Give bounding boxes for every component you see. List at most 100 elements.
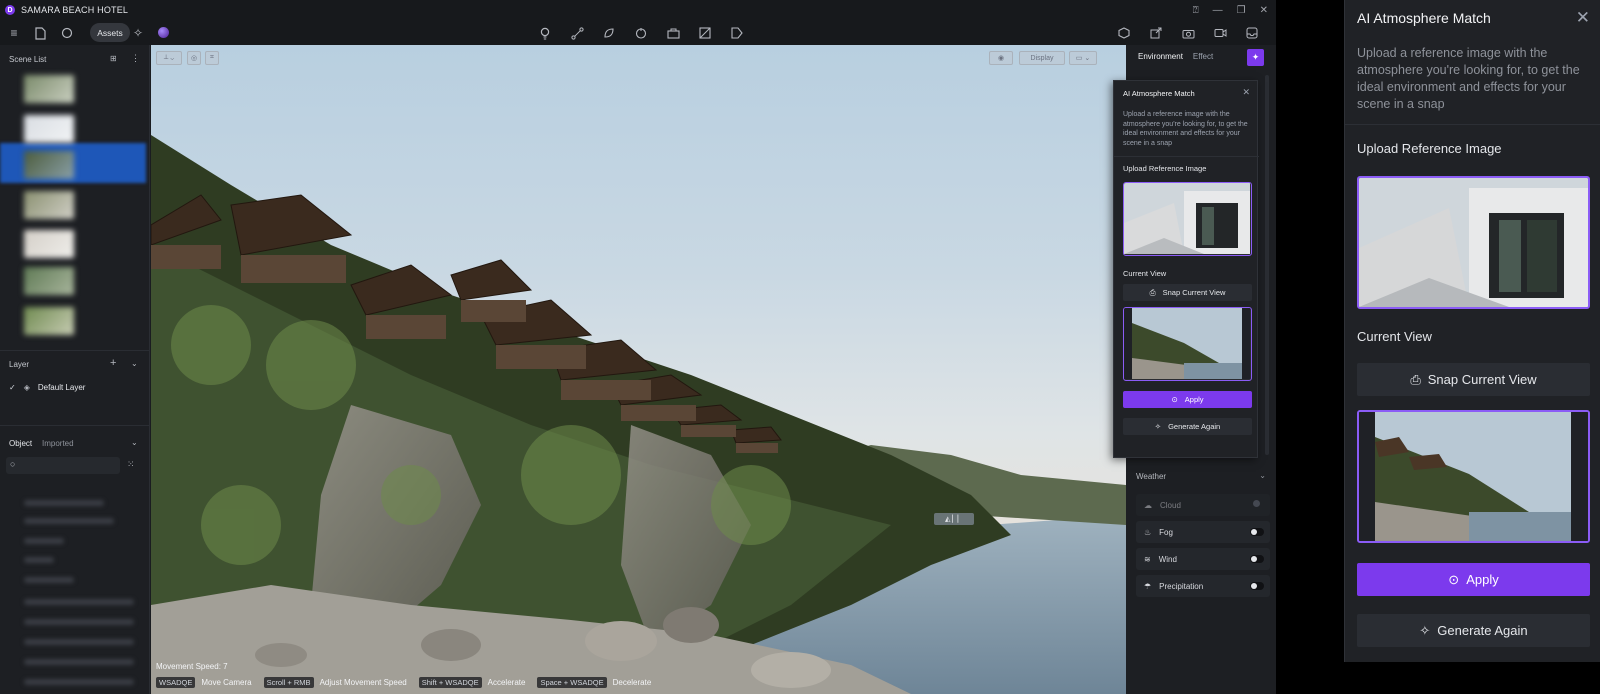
add-layer-icon[interactable]: + <box>110 357 116 369</box>
filter-icon[interactable]: ⌄ <box>131 359 138 368</box>
popup-description: Upload a reference image with the atmosp… <box>1123 111 1248 147</box>
close-window-button[interactable]: ✕ <box>1260 5 1268 16</box>
menu-icon[interactable]: ≡ <box>4 23 24 43</box>
scene-thumbnail[interactable] <box>24 115 74 143</box>
weather-wind-row[interactable]: ≋ Wind <box>1136 548 1270 570</box>
transform-tool-button[interactable]: ⟂ ⌄ <box>156 51 182 65</box>
snap-icon[interactable]: ⌗ <box>205 51 219 65</box>
current-view-image <box>1357 410 1590 543</box>
snap-current-view-button[interactable]: ⎙ Snap Current View <box>1123 284 1252 301</box>
divider <box>0 350 149 351</box>
package-icon[interactable] <box>1114 23 1134 43</box>
leaf-icon[interactable] <box>599 23 619 43</box>
apply-button[interactable]: ⊙ Apply <box>1123 391 1252 408</box>
reference-image-upload[interactable] <box>1123 182 1252 256</box>
light-icon[interactable] <box>535 23 555 43</box>
tab-effect[interactable]: Effect <box>1193 52 1213 61</box>
search-input[interactable]: ○ <box>6 457 120 474</box>
search-icon: ○ <box>10 459 16 469</box>
gizmo-widget[interactable]: ◭ ▏▏ <box>934 513 974 525</box>
focus-icon[interactable]: ◉ <box>989 51 1013 65</box>
tab-environment[interactable]: Environment <box>1138 52 1183 61</box>
scene-thumbnail[interactable] <box>24 230 74 258</box>
weather-label: Fog <box>1159 527 1173 537</box>
object-row[interactable] <box>24 518 114 524</box>
apply-button[interactable]: ⊙ Apply <box>1357 563 1590 596</box>
video-icon[interactable] <box>1210 23 1230 43</box>
tab-object[interactable]: Object <box>9 439 32 448</box>
ai-sparkle-icon[interactable]: ✧ <box>128 23 148 43</box>
scene-thumbnail[interactable] <box>24 151 74 179</box>
comment-icon[interactable] <box>57 23 77 43</box>
object-row[interactable] <box>24 679 134 685</box>
reference-image-upload[interactable] <box>1357 176 1590 309</box>
camera-box-icon[interactable] <box>663 23 683 43</box>
close-icon[interactable]: ✕ <box>1242 87 1250 98</box>
3d-viewport[interactable]: ⟂ ⌄ ◎ ⌗ ◉ Display ▭ ⌄ ◭ ▏▏ Movement Spee… <box>151 45 1126 694</box>
weather-title: Weather <box>1136 472 1167 481</box>
display-button[interactable]: Display <box>1019 51 1065 65</box>
object-row[interactable] <box>24 599 134 605</box>
chevron-down-icon[interactable]: ⌄ <box>1259 471 1266 480</box>
animation-icon[interactable] <box>631 23 651 43</box>
grid-view-icon[interactable]: ⁙ <box>127 459 135 470</box>
current-view-image <box>1123 307 1252 381</box>
file-icon[interactable] <box>30 23 50 43</box>
scene-thumbnail[interactable] <box>24 307 74 335</box>
scene-thumbnail[interactable] <box>24 75 74 103</box>
measure-icon[interactable] <box>695 23 715 43</box>
minimize-button[interactable]: — <box>1213 5 1223 16</box>
object-row[interactable] <box>24 639 134 645</box>
layer-title: Layer <box>9 360 30 369</box>
path-icon[interactable] <box>567 23 587 43</box>
ai-orb-icon[interactable] <box>158 27 169 38</box>
shortcut-bar: WSADQE Move Camera Scroll + RMB Adjust M… <box>156 677 651 688</box>
maximize-button[interactable]: ❐ <box>1237 5 1246 16</box>
cloud-toggle[interactable] <box>1253 500 1260 507</box>
layer-row-default[interactable]: ✓ ◈ Default Layer <box>9 383 85 392</box>
reference-image <box>1124 183 1250 254</box>
help-icon[interactable]: ⍰ <box>1193 5 1199 16</box>
scrollbar[interactable] <box>1265 75 1269 455</box>
tab-imported[interactable]: Imported <box>42 439 74 448</box>
share-icon[interactable] <box>1146 23 1166 43</box>
ai-atmosphere-button[interactable]: ✦ <box>1247 49 1264 66</box>
add-scene-icon[interactable]: ⊞ <box>110 54 117 63</box>
fog-icon: ♨ <box>1144 527 1152 537</box>
weather-label: Wind <box>1158 554 1177 564</box>
weather-cloud-row[interactable]: ☁ Cloud <box>1136 494 1270 516</box>
generate-label: Generate Again <box>1437 623 1528 638</box>
wind-toggle[interactable] <box>1250 555 1264 563</box>
object-row[interactable] <box>24 538 64 544</box>
assets-button[interactable]: Assets <box>90 23 130 42</box>
object-row[interactable] <box>24 619 134 625</box>
object-row[interactable] <box>24 557 54 563</box>
globe-icon[interactable]: ◎ <box>187 51 201 65</box>
close-icon[interactable]: ✕ <box>1576 8 1590 28</box>
left-panel: Scene List ⊞ ⋮ Layer + ⌄ ✓ ◈ Default Lay… <box>0 45 150 694</box>
object-row[interactable] <box>24 500 104 506</box>
weather-fog-row[interactable]: ♨ Fog <box>1136 521 1270 543</box>
generate-again-button[interactable]: ✧ Generate Again <box>1357 614 1590 647</box>
divider <box>1114 156 1259 157</box>
object-row[interactable] <box>24 577 74 583</box>
scene-thumbnail[interactable] <box>24 267 74 295</box>
shortcut-action: Decelerate <box>612 678 652 687</box>
more-icon[interactable]: ⋮ <box>131 53 140 64</box>
generate-again-button[interactable]: ✧ Generate Again <box>1123 418 1252 435</box>
tag-icon[interactable] <box>727 23 747 43</box>
snap-label: Snap Current View <box>1162 288 1226 297</box>
fog-toggle[interactable] <box>1250 528 1264 536</box>
camera-icon[interactable] <box>1178 23 1198 43</box>
weather-precipitation-row[interactable]: ☂ Precipitation <box>1136 575 1270 597</box>
viewport-settings-button[interactable]: ▭ ⌄ <box>1069 51 1097 65</box>
check-icon[interactable]: ✓ <box>9 383 16 392</box>
precipitation-toggle[interactable] <box>1250 582 1264 590</box>
inbox-icon[interactable] <box>1242 23 1262 43</box>
snap-current-view-button[interactable]: ⎙ Snap Current View <box>1357 363 1590 396</box>
filter-icon[interactable]: ⌄ <box>131 438 138 447</box>
weather-label: Precipitation <box>1159 581 1204 591</box>
scene-thumbnail[interactable] <box>24 191 74 219</box>
object-row[interactable] <box>24 659 134 665</box>
check-circle-icon: ⊙ <box>1448 571 1460 587</box>
